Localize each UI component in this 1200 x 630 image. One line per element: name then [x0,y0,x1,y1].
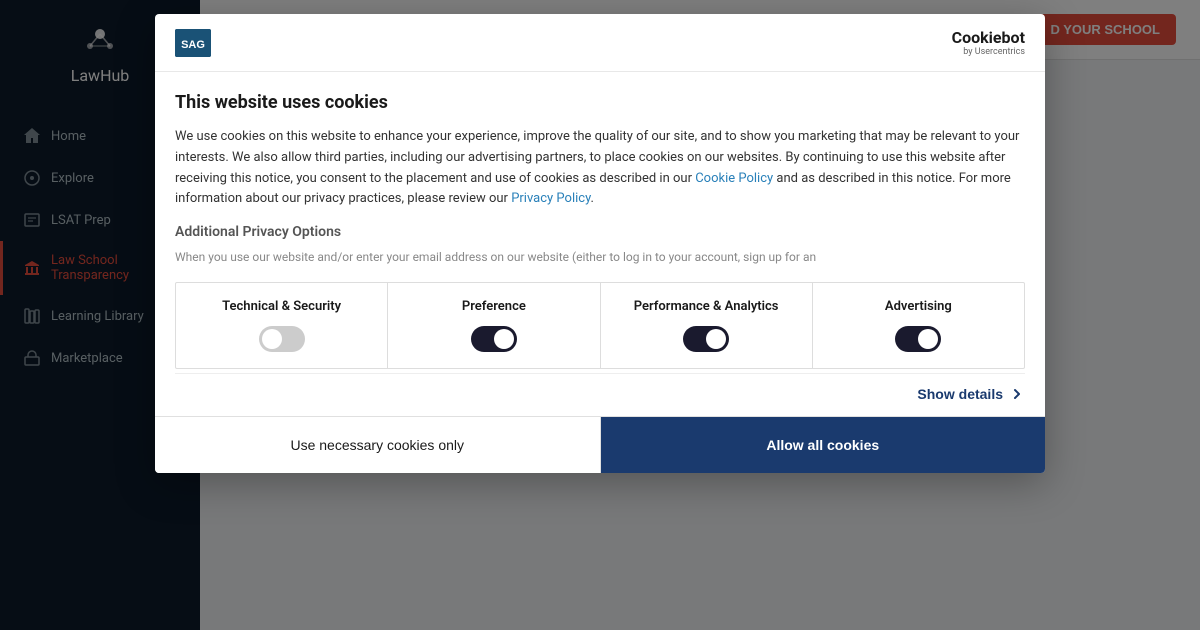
sac-logo: SAG [175,29,211,57]
cookie-policy-link[interactable]: Cookie Policy [695,171,773,186]
cookiebot-brand: Cookiebot [952,28,1025,47]
modal-description: We use cookies on this website to enhanc… [175,127,1025,210]
additional-desc: When you use our website and/or enter yo… [175,248,1025,266]
advertising-toggle[interactable] [895,326,941,352]
toggle-knob [918,329,938,349]
toggle-cell-advertising: Advertising [813,283,1024,368]
additional-privacy-title: Additional Privacy Options [175,224,1025,240]
analytics-toggle[interactable] [683,326,729,352]
toggle-knob [494,329,514,349]
show-details-row: Show details [175,373,1025,402]
svg-text:SAG: SAG [181,39,205,51]
show-details-label: Show details [917,386,1003,402]
advertising-label: Advertising [885,299,952,314]
modal-title: This website uses cookies [175,92,1025,113]
privacy-policy-link[interactable]: Privacy Policy [511,191,590,206]
cookiebot-subbrand: by Usercentrics [963,47,1025,57]
modal-header: SAG Cookiebot by Usercentrics [155,14,1045,72]
analytics-label: Performance & Analytics [634,299,779,314]
toggle-cell-technical: Technical & Security [176,283,388,368]
cookie-category-table: Technical & Security Preference Performa… [175,282,1025,369]
partner-logo-area: SAG [175,29,211,57]
toggle-knob [706,329,726,349]
action-buttons: Use necessary cookies only Allow all coo… [155,416,1045,473]
allow-all-button[interactable]: Allow all cookies [601,417,1046,473]
technical-toggle[interactable] [259,326,305,352]
preference-label: Preference [462,299,526,314]
show-details-button[interactable]: Show details [917,386,1025,402]
chevron-right-icon [1009,386,1025,402]
technical-label: Technical & Security [222,299,341,314]
toggle-cell-preference: Preference [388,283,600,368]
modal-body: This website uses cookies We use cookies… [155,72,1045,416]
preference-toggle[interactable] [471,326,517,352]
toggle-knob [262,329,282,349]
toggle-cell-analytics: Performance & Analytics [601,283,813,368]
cookiebot-logo: Cookiebot by Usercentrics [952,28,1025,57]
use-necessary-button[interactable]: Use necessary cookies only [155,417,601,473]
cookie-modal: SAG Cookiebot by Usercentrics This websi… [155,14,1045,473]
